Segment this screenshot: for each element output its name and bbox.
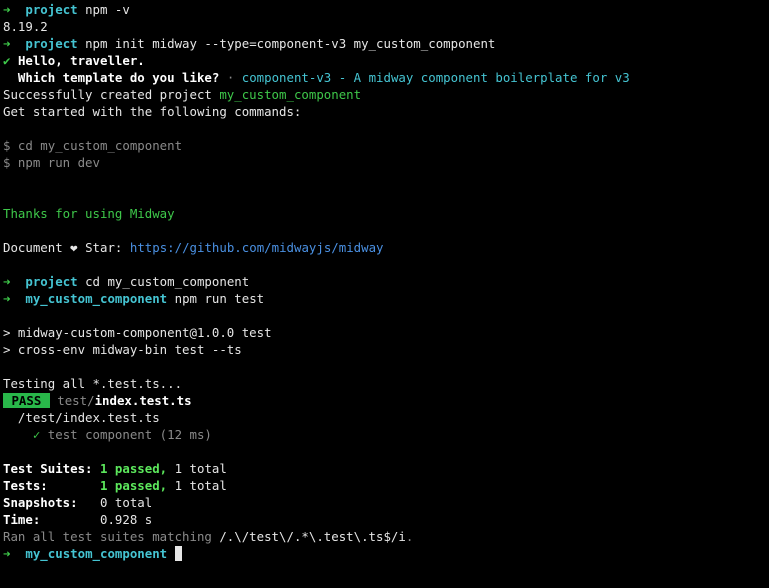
- pass-badge: PASS: [3, 393, 50, 408]
- summary-label: Time:: [3, 512, 41, 527]
- prompt-arrow-icon: ➜: [3, 274, 11, 289]
- prompt-arrow-icon: ➜: [3, 546, 11, 561]
- created-prefix: Successfully created project: [3, 87, 212, 102]
- prompt-line: ➜ project cd my_custom_component: [3, 273, 766, 290]
- summary-label: Tests:: [3, 478, 48, 493]
- pass-badge-label: PASS: [11, 393, 42, 408]
- template-question-line: Which template do you like? · component-…: [3, 69, 766, 86]
- prompt-arrow-icon: ➜: [3, 291, 11, 306]
- prompt-directory: project: [25, 2, 78, 17]
- summary-tests-line: Tests: 1 passed, 1 total: [3, 477, 766, 494]
- command-text: cd my_custom_component: [85, 274, 250, 289]
- prompt-line: ➜ project npm -v: [3, 1, 766, 18]
- ran-all-line: Ran all test suites matching /.\/test\/.…: [3, 528, 766, 545]
- separator-dot: ·: [226, 70, 235, 85]
- thanks-line: Thanks for using Midway: [3, 206, 175, 221]
- summary-snapshots-line: Snapshots: 0 total: [3, 494, 766, 511]
- prompt-arrow-icon: ➜: [3, 2, 11, 17]
- prompt-directory: my_custom_component: [25, 546, 168, 561]
- github-link[interactable]: https://github.com/midwayjs/midway: [130, 240, 384, 255]
- summary-label: Snapshots:: [3, 495, 78, 510]
- prompt-line: ➜ project npm init midway --type=compone…: [3, 35, 766, 52]
- step-dev-line: $ npm run dev: [3, 155, 100, 170]
- summary-total: 1 total: [174, 461, 227, 476]
- step-cd-line: $ cd my_custom_component: [3, 138, 183, 153]
- summary-label: Test Suites:: [3, 461, 93, 476]
- summary-passed: 1 passed,: [100, 461, 168, 476]
- prompt-directory: project: [25, 36, 78, 51]
- final-prompt-line[interactable]: ➜ my_custom_component: [3, 545, 766, 562]
- document-line: Document ❤ Star: https://github.com/midw…: [3, 239, 766, 256]
- prompt-directory: project: [25, 274, 78, 289]
- suite-path: /test/index.test.ts: [17, 410, 160, 425]
- ran-all-prefix: Ran all test suites matching: [3, 529, 212, 544]
- template-answer: component-v3 - A midway component boiler…: [241, 70, 630, 85]
- test-dir: test/: [57, 393, 95, 408]
- prompt-line: ➜ my_custom_component npm run test: [3, 290, 766, 307]
- test-case-name: test component (12 ms): [47, 427, 212, 442]
- output-line: 8.19.2: [3, 19, 48, 34]
- template-question: Which template do you like?: [17, 70, 220, 85]
- check-icon: ✓: [32, 427, 41, 442]
- prompt-arrow-icon: ➜: [3, 36, 11, 51]
- prompt-directory: my_custom_component: [25, 291, 168, 306]
- block-cursor-icon[interactable]: [174, 546, 182, 561]
- summary-suites-line: Test Suites: 1 passed, 1 total: [3, 460, 766, 477]
- summary-value: 0.928 s: [100, 512, 153, 527]
- heart-icon: ❤: [70, 240, 78, 255]
- hello-line: ✔ Hello, traveller.: [3, 52, 766, 69]
- test-file: index.test.ts: [94, 393, 192, 408]
- summary-total: 1 total: [174, 478, 227, 493]
- command-text: npm run test: [174, 291, 265, 306]
- test-case-line: ✓ test component (12 ms): [3, 426, 766, 443]
- document-label: Document: [3, 240, 63, 255]
- command-text: npm init midway --type=component-v3 my_c…: [85, 36, 496, 51]
- star-label: Star:: [85, 240, 123, 255]
- script-cmd-line: > cross-env midway-bin test --ts: [3, 342, 242, 357]
- summary-value: 0 total: [100, 495, 153, 510]
- project-name: my_custom_component: [219, 87, 362, 102]
- pass-line: PASS test/index.test.ts: [3, 392, 766, 409]
- summary-time-line: Time: 0.928 s: [3, 511, 766, 528]
- hello-text: Hello, traveller.: [17, 53, 145, 68]
- script-name-line: > midway-custom-component@1.0.0 test: [3, 325, 272, 340]
- ran-all-suffix: .: [405, 529, 414, 544]
- command-text: npm -v: [85, 2, 130, 17]
- created-line: Successfully created project my_custom_c…: [3, 86, 766, 103]
- ran-all-pattern: /.\/test\/.*\.test\.ts$/i: [219, 529, 406, 544]
- check-icon: ✔: [3, 53, 11, 68]
- suite-path-line: /test/index.test.ts: [3, 409, 766, 426]
- testing-line: Testing all *.test.ts...: [3, 376, 183, 391]
- summary-passed: 1 passed,: [99, 478, 168, 493]
- get-started-line: Get started with the following commands:: [3, 104, 302, 119]
- terminal-window[interactable]: ➜ project npm -v 8.19.2 ➜ project npm in…: [3, 1, 766, 562]
